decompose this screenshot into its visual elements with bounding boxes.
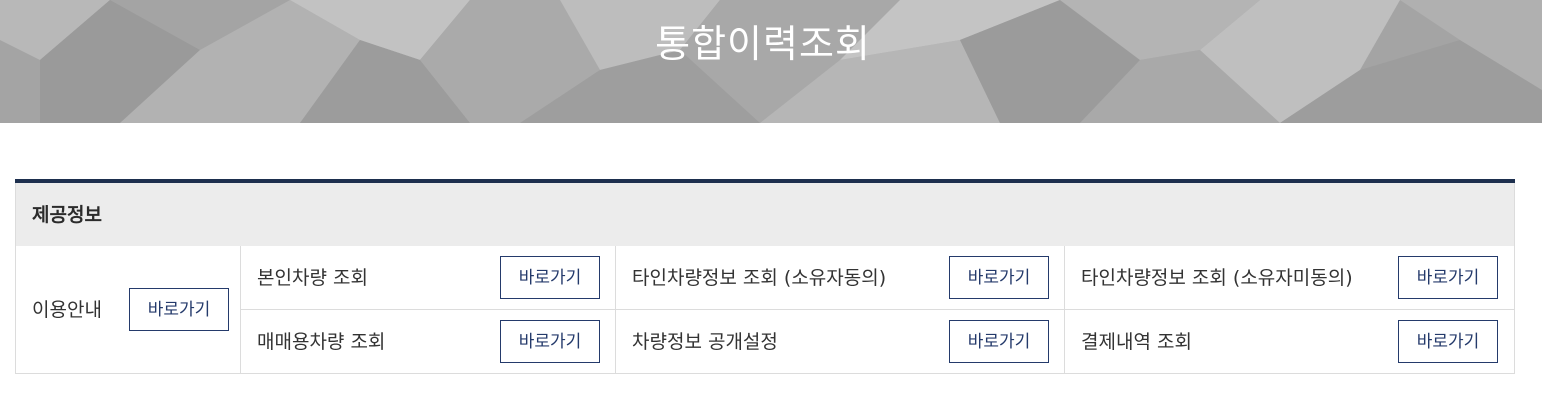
trade-vehicle-button[interactable]: 바로가기 (500, 320, 600, 363)
payment-history-label: 결제내역 조회 (1081, 331, 1192, 353)
other-vehicle-no-consent-label: 타인차량정보 조회 (소유자미동의) (1081, 267, 1353, 289)
other-vehicle-consent-label: 타인차량정보 조회 (소유자동의) (632, 267, 887, 289)
own-vehicle-button[interactable]: 바로가기 (500, 256, 600, 299)
provided-info-panel: 제공정보 이용안내 바로가기 본인차량 조회 바로가기 타인차량정보 조회 (소… (15, 179, 1515, 374)
trade-vehicle-label: 매매용차량 조회 (257, 331, 386, 353)
other-vehicle-consent-cell: 타인차량정보 조회 (소유자동의) 바로가기 (616, 246, 1065, 310)
other-vehicle-no-consent-button[interactable]: 바로가기 (1398, 256, 1498, 299)
vehicle-info-public-setting-label: 차량정보 공개설정 (632, 331, 778, 353)
panel-title: 제공정보 (32, 204, 102, 226)
other-vehicle-no-consent-cell: 타인차량정보 조회 (소유자미동의) 바로가기 (1065, 246, 1515, 310)
usage-guide-label: 이용안내 (32, 299, 102, 321)
own-vehicle-label: 본인차량 조회 (257, 267, 368, 289)
panel-header: 제공정보 (15, 183, 1515, 247)
page-banner: 통합이력조회 (0, 0, 1542, 123)
vehicle-info-public-setting-button[interactable]: 바로가기 (949, 320, 1049, 363)
payment-history-cell: 결제내역 조회 바로가기 (1065, 310, 1515, 374)
page-title: 통합이력조회 (655, 22, 871, 66)
trade-vehicle-cell: 매매용차량 조회 바로가기 (241, 310, 616, 374)
own-vehicle-cell: 본인차량 조회 바로가기 (241, 246, 616, 310)
vehicle-info-public-setting-cell: 차량정보 공개설정 바로가기 (616, 310, 1065, 374)
usage-guide-button[interactable]: 바로가기 (129, 288, 229, 331)
other-vehicle-consent-button[interactable]: 바로가기 (949, 256, 1049, 299)
usage-guide-cell: 이용안내 바로가기 (15, 246, 241, 374)
payment-history-button[interactable]: 바로가기 (1398, 320, 1498, 363)
